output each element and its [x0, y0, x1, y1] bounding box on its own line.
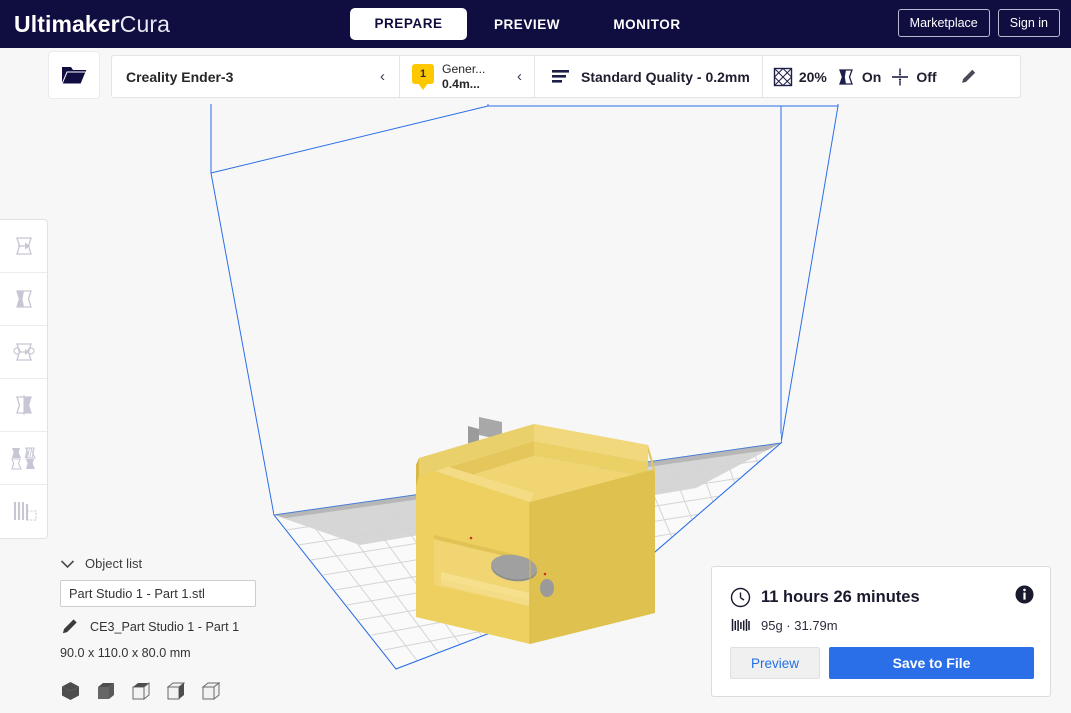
yellow-box-model — [416, 417, 655, 644]
move-tool[interactable] — [0, 220, 47, 273]
object-list-header[interactable]: Object list — [60, 556, 256, 571]
marketplace-button[interactable]: Marketplace — [897, 9, 990, 37]
rotate-tool[interactable] — [0, 326, 47, 379]
tab-preview[interactable]: PREVIEW — [467, 9, 587, 40]
open-file-button[interactable] — [48, 51, 100, 99]
profile-name: Standard Quality - 0.2mm — [581, 68, 750, 85]
object-list-selected-item[interactable]: Part Studio 1 - Part 1.stl — [60, 580, 256, 607]
per-model-settings-tool[interactable] — [0, 432, 47, 485]
mesh-row[interactable]: CE3_Part Studio 1 - Part 1 — [60, 618, 256, 636]
object-list-panel: Object list Part Studio 1 - Part 1.stl C… — [60, 556, 256, 660]
clock-icon — [730, 587, 751, 607]
layer-height-icon — [552, 69, 569, 83]
adhesion-icon — [892, 68, 909, 85]
per-model-settings-icon — [10, 447, 36, 470]
view-top-button[interactable] — [130, 680, 150, 702]
brand-ultimaker: Ultimaker — [14, 10, 120, 37]
print-info-card: 11 hours 26 minutes 95g · 31.79m Preview… — [711, 566, 1051, 697]
brand-cura: Cura — [119, 10, 170, 37]
view-left-icon — [166, 682, 185, 700]
printer-name: Creality Ender-3 — [126, 68, 234, 85]
chevron-down-icon: ‹ — [517, 68, 522, 85]
support-value: On — [861, 68, 882, 85]
sign-in-button[interactable]: Sign in — [997, 9, 1060, 37]
filament-icon — [731, 619, 750, 631]
mesh-name: CE3_Part Studio 1 - Part 1 — [90, 620, 240, 634]
view-right-icon — [201, 681, 220, 701]
extruder-badge-icon: 1 — [412, 63, 434, 90]
infill-value: 20% — [798, 68, 827, 85]
support-blocker-tool[interactable] — [0, 485, 47, 538]
app-brand: UltimakerCura — [14, 11, 170, 38]
chevron-down-icon — [60, 559, 75, 568]
print-setup-bar: Creality Ender-3 ‹ 1 Gener... 0.4m... ‹ — [111, 55, 1021, 98]
view-front-icon — [97, 683, 114, 699]
save-to-file-button[interactable]: Save to File — [829, 647, 1034, 679]
view-3d-button[interactable] — [60, 680, 80, 702]
camera-view-buttons — [60, 680, 220, 702]
material-name: Gener... — [442, 61, 486, 76]
chevron-down-icon: ‹ — [380, 68, 385, 85]
view-front-button[interactable] — [95, 680, 115, 702]
move-icon — [15, 237, 32, 255]
print-time-row: 11 hours 26 minutes — [712, 567, 1050, 609]
print-time-value: 11 hours 26 minutes — [761, 587, 920, 606]
view-left-button[interactable] — [165, 680, 185, 702]
nozzle-size: 0.4m... — [442, 76, 480, 91]
tab-monitor[interactable]: MONITOR — [587, 9, 707, 40]
model-small-hole — [540, 579, 554, 597]
profile-selector[interactable]: Standard Quality - 0.2mm — [535, 56, 762, 97]
quick-settings: 20% On Off — [763, 56, 1020, 97]
cura-app-window: UltimakerCura PREPARE PREVIEW MONITOR Ma… — [0, 0, 1071, 713]
pencil-icon — [62, 619, 77, 634]
mirror-tool[interactable] — [0, 379, 47, 432]
material-text: Gener... 0.4m... — [442, 62, 485, 92]
support-blocker-icon — [13, 501, 37, 521]
model-dimensions: 90.0 x 110.0 x 80.0 mm — [60, 646, 191, 660]
badge-tip — [418, 82, 428, 90]
print-actions: Preview Save to File — [712, 633, 1050, 679]
view-right-button[interactable] — [200, 680, 220, 702]
rotate-icon — [12, 343, 35, 361]
preview-button[interactable]: Preview — [730, 647, 820, 679]
info-icon[interactable] — [1015, 585, 1034, 609]
support-setting[interactable]: On — [836, 67, 881, 87]
scale-tool[interactable] — [0, 273, 47, 326]
stage-menu: PREPARE PREVIEW MONITOR — [350, 0, 707, 48]
account-area: Marketplace Sign in — [897, 9, 1060, 37]
view-top-icon — [132, 681, 149, 701]
title-bar: UltimakerCura PREPARE PREVIEW MONITOR Ma… — [0, 0, 1071, 48]
material-selector[interactable]: 1 Gener... 0.4m... ‹ — [400, 56, 534, 97]
material-usage-row: 95g · 31.79m — [712, 609, 1050, 633]
infill-setting[interactable]: 20% — [773, 67, 827, 87]
pencil-icon — [961, 69, 975, 83]
scale-icon — [15, 290, 32, 308]
material-usage-value: 95g · 31.79m — [761, 617, 838, 633]
object-list-title: Object list — [85, 556, 143, 571]
infill-icon — [773, 67, 793, 86]
extruder-number: 1 — [412, 63, 434, 84]
open-folder-icon — [61, 66, 87, 84]
printer-selector[interactable]: Creality Ender-3 ‹ — [112, 56, 399, 97]
adhesion-setting[interactable]: Off — [890, 67, 937, 87]
adhesion-value: Off — [916, 68, 937, 85]
edit-settings-button[interactable] — [959, 68, 977, 86]
view-3d-icon — [61, 682, 79, 700]
material-info: 1 Gener... 0.4m... — [412, 62, 485, 92]
tab-prepare[interactable]: PREPARE — [350, 8, 467, 40]
model-tools-toolbar — [0, 219, 48, 539]
support-icon — [838, 68, 853, 85]
mirror-icon — [15, 395, 32, 415]
